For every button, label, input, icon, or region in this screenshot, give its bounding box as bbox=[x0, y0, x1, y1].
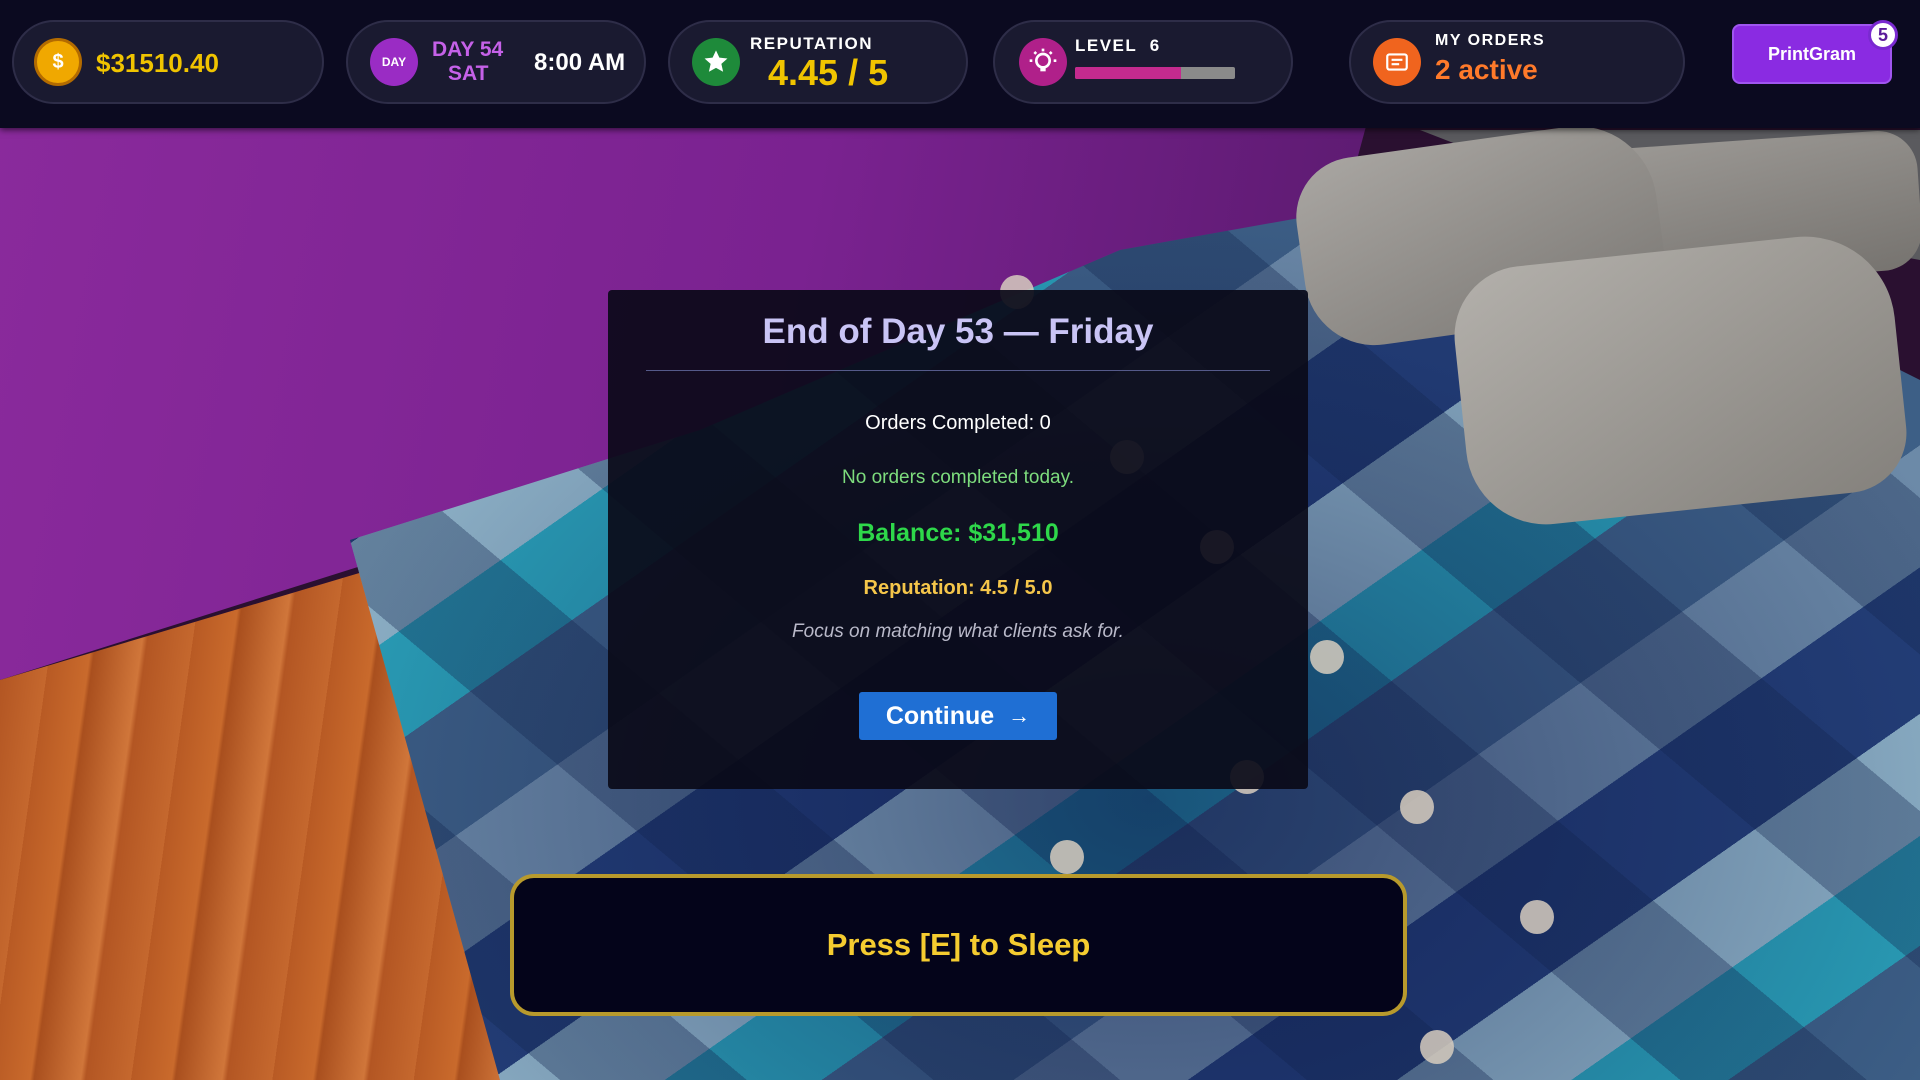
clock-time: 8:00 AM bbox=[534, 49, 626, 76]
day-icon: DAY bbox=[370, 38, 418, 86]
level-caption: LEVEL 6 bbox=[1075, 36, 1161, 56]
level-progress-fill bbox=[1075, 67, 1181, 79]
dialog-title: End of Day 53 — Friday bbox=[762, 312, 1154, 351]
orders-caption: MY ORDERS bbox=[1435, 32, 1546, 49]
star-icon bbox=[692, 38, 740, 86]
reputation-caption: REPUTATION bbox=[750, 34, 873, 53]
level-label: LEVEL bbox=[1075, 36, 1138, 55]
tip-text: Focus on matching what clients ask for. bbox=[792, 621, 1124, 642]
balance-text: Balance: $31,510 bbox=[857, 519, 1059, 547]
lightbulb-icon bbox=[1019, 38, 1067, 86]
order-card-icon bbox=[1373, 38, 1421, 86]
reputation-summary-text: Reputation: 4.5 / 5.0 bbox=[863, 577, 1053, 599]
weekday: SAT bbox=[448, 62, 489, 85]
level-progress-bar bbox=[1075, 67, 1235, 79]
no-orders-note: No orders completed today. bbox=[842, 467, 1074, 488]
quilt-dot bbox=[1520, 900, 1554, 934]
printgram-notification-badge: 5 bbox=[1868, 20, 1898, 50]
day-number: DAY 54 bbox=[432, 38, 504, 61]
level-panel: LEVEL 6 bbox=[993, 20, 1293, 104]
money-value: $31510.40 bbox=[96, 48, 219, 78]
quilt-dot bbox=[1420, 1030, 1454, 1064]
orders-panel[interactable]: MY ORDERS 2 active bbox=[1349, 20, 1685, 104]
hud-top-bar: $ $31510.40 DAY DAY 54 SAT 8:00 AM REPUT… bbox=[0, 0, 1920, 128]
quilt-dot bbox=[1310, 640, 1344, 674]
pillow-right bbox=[1447, 227, 1913, 533]
level-number: 6 bbox=[1149, 36, 1161, 55]
continue-label: Continue bbox=[885, 701, 995, 730]
sleep-prompt: Press [E] to Sleep bbox=[510, 874, 1407, 1016]
title-divider bbox=[646, 370, 1270, 371]
day-panel: DAY DAY 54 SAT 8:00 AM bbox=[346, 20, 646, 104]
end-of-day-summary-dialog: End of Day 53 — Friday Orders Completed:… bbox=[608, 290, 1308, 789]
quilt-dot bbox=[1400, 790, 1434, 824]
continue-button[interactable]: Continue → bbox=[859, 692, 1057, 740]
money-panel: $ $31510.40 bbox=[12, 20, 324, 104]
quilt-dot bbox=[1050, 840, 1084, 874]
reputation-panel: REPUTATION 4.45 / 5 bbox=[668, 20, 968, 104]
orders-value: 2 active bbox=[1435, 54, 1538, 85]
arrow-right-icon: → bbox=[1008, 703, 1031, 728]
orders-completed-text: Orders Completed: 0 bbox=[865, 412, 1051, 434]
dollar-coin-icon: $ bbox=[34, 38, 82, 86]
reputation-value: 4.45 / 5 bbox=[768, 52, 889, 93]
